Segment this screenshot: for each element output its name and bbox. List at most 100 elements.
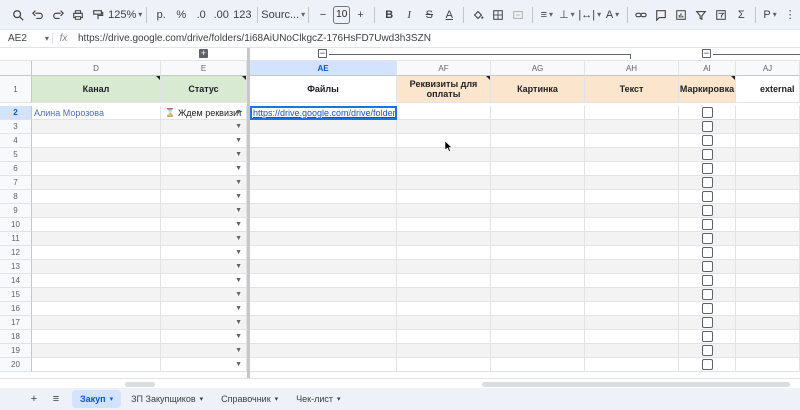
status-dropdown[interactable]: ▼ <box>161 218 247 232</box>
kanal-cell[interactable] <box>32 302 161 316</box>
all-sheets-icon[interactable]: ≡ <box>46 388 66 410</box>
row-header[interactable]: 19 <box>0 344 32 358</box>
requisites-cell[interactable] <box>397 204 491 218</box>
marking-cell[interactable] <box>679 190 736 204</box>
requisites-cell[interactable] <box>397 358 491 372</box>
marking-checkbox[interactable] <box>701 121 713 132</box>
files-cell[interactable] <box>250 120 397 134</box>
marking-checkbox[interactable] <box>701 205 713 216</box>
requisites-cell[interactable] <box>397 120 491 134</box>
column-header-af[interactable]: AF <box>397 61 491 76</box>
picture-cell[interactable] <box>491 176 585 190</box>
files-cell[interactable] <box>250 316 397 330</box>
row-header[interactable]: 7 <box>0 176 32 190</box>
marking-checkbox[interactable] <box>701 345 713 356</box>
marking-cell[interactable] <box>679 260 736 274</box>
name-box[interactable]: AE2 ▾ <box>0 33 52 44</box>
requisites-cell[interactable] <box>397 176 491 190</box>
picture-cell[interactable] <box>491 260 585 274</box>
text-cell[interactable] <box>585 176 679 190</box>
kanal-cell[interactable] <box>32 190 161 204</box>
column-header-ah[interactable]: AH <box>585 61 679 76</box>
redo-icon[interactable] <box>48 4 68 26</box>
expand-group-icon[interactable]: + <box>199 49 208 58</box>
marking-checkbox[interactable] <box>701 135 713 146</box>
kanal-cell[interactable] <box>32 358 161 372</box>
row-header[interactable]: 4 <box>0 134 32 148</box>
external-cell[interactable] <box>736 232 800 246</box>
sheet-tab-zp[interactable]: ЗП Закупщиков ▾ <box>123 390 211 408</box>
marking-checkbox[interactable] <box>701 275 713 286</box>
kanal-cell[interactable] <box>32 120 161 134</box>
requisites-cell[interactable] <box>397 232 491 246</box>
sheet-tab-zakup[interactable]: Закуп ▾ <box>72 390 122 408</box>
external-cell[interactable] <box>736 260 800 274</box>
marking-cell[interactable] <box>679 218 736 232</box>
input-tools-icon[interactable]: P ▾ <box>760 4 780 26</box>
marking-checkbox[interactable] <box>701 359 713 370</box>
picture-cell[interactable] <box>491 358 585 372</box>
percent-format-button[interactable]: % <box>171 4 191 26</box>
zoom-select[interactable]: 125% ▾ <box>108 4 142 26</box>
horizontal-align-icon[interactable]: ≡ ▾ <box>537 4 557 26</box>
requisites-cell[interactable] <box>397 218 491 232</box>
search-menus-icon[interactable] <box>8 4 28 26</box>
row-header[interactable]: 3 <box>0 120 32 134</box>
kanal-cell[interactable] <box>32 330 161 344</box>
kanal-cell[interactable] <box>32 176 161 190</box>
bold-icon[interactable]: B <box>379 4 399 26</box>
text-cell[interactable] <box>585 260 679 274</box>
text-cell[interactable] <box>585 358 679 372</box>
requisites-cell[interactable] <box>397 288 491 302</box>
marking-cell[interactable] <box>679 316 736 330</box>
marking-checkbox[interactable] <box>701 233 713 244</box>
row-header[interactable]: 9 <box>0 204 32 218</box>
row-header[interactable]: 18 <box>0 330 32 344</box>
font-size-input[interactable]: 10 <box>333 5 351 24</box>
picture-cell[interactable] <box>491 120 585 134</box>
column-header-ae[interactable]: AE <box>250 61 397 76</box>
marking-cell[interactable] <box>679 274 736 288</box>
requisites-cell[interactable] <box>397 316 491 330</box>
row-header[interactable]: 8 <box>0 190 32 204</box>
status-dropdown[interactable]: ▼ <box>161 148 247 162</box>
external-cell[interactable] <box>736 330 800 344</box>
external-cell[interactable] <box>736 120 800 134</box>
add-sheet-icon[interactable]: + <box>24 388 44 410</box>
files-cell[interactable] <box>250 162 397 176</box>
marking-cell[interactable] <box>679 148 736 162</box>
marking-checkbox[interactable] <box>701 247 713 258</box>
marking-checkbox[interactable] <box>701 107 713 118</box>
text-cell[interactable] <box>585 204 679 218</box>
status-dropdown[interactable]: ▼ <box>161 330 247 344</box>
files-cell[interactable] <box>250 232 397 246</box>
picture-cell[interactable] <box>491 344 585 358</box>
external-cell[interactable] <box>736 288 800 302</box>
text-color-icon[interactable]: A <box>439 4 459 26</box>
insert-comment-icon[interactable] <box>651 4 671 26</box>
files-cell[interactable] <box>250 204 397 218</box>
marking-checkbox[interactable] <box>701 261 713 272</box>
status-dropdown[interactable]: ▼ <box>161 344 247 358</box>
kanal-cell[interactable] <box>32 344 161 358</box>
text-cell[interactable] <box>585 106 679 120</box>
insert-link-icon[interactable] <box>631 4 651 26</box>
text-rotation-icon[interactable]: A ▾ <box>603 4 623 26</box>
header-cell-picture[interactable]: Картинка <box>491 76 585 103</box>
text-wrapping-icon[interactable]: |↔| ▾ <box>577 4 603 26</box>
header-cell-requisites[interactable]: Реквизиты для оплаты <box>397 76 491 103</box>
italic-icon[interactable]: I <box>399 4 419 26</box>
status-dropdown[interactable]: ▼ <box>161 316 247 330</box>
status-dropdown[interactable]: ▼ <box>161 162 247 176</box>
row-header[interactable]: 6 <box>0 162 32 176</box>
marking-cell[interactable] <box>679 288 736 302</box>
row-header[interactable]: 11 <box>0 232 32 246</box>
increase-decimal-button[interactable]: .00 <box>211 4 231 26</box>
text-cell[interactable] <box>585 330 679 344</box>
kanal-cell[interactable] <box>32 162 161 176</box>
files-cell[interactable] <box>250 260 397 274</box>
column-header-e[interactable]: E <box>161 61 247 76</box>
picture-cell[interactable] <box>491 232 585 246</box>
increase-font-size-button[interactable]: + <box>350 4 370 26</box>
marking-checkbox[interactable] <box>701 317 713 328</box>
